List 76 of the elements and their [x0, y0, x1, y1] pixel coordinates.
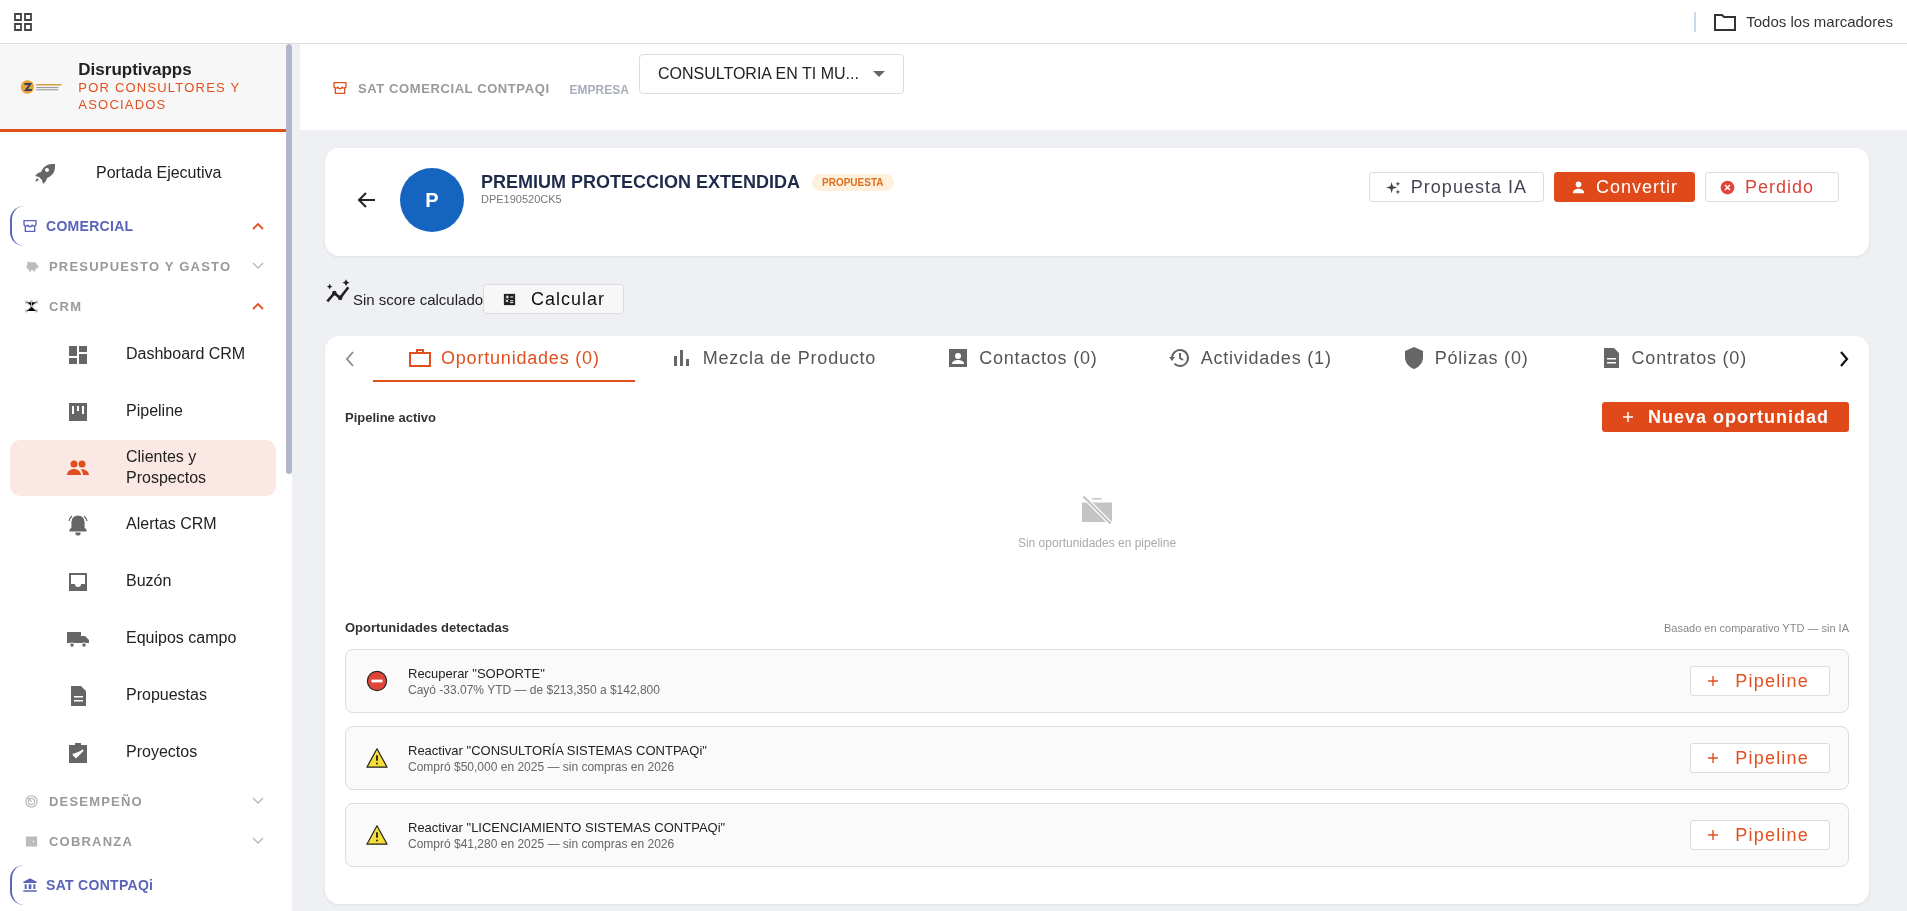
apps-grid-icon[interactable]: [14, 12, 32, 31]
convert-button[interactable]: Convertir: [1553, 172, 1695, 202]
sidebar-item[interactable]: Alertas CRM: [10, 496, 276, 553]
new-opportunity-button[interactable]: Nueva oportunidad: [1602, 402, 1849, 432]
sidebar-item[interactable]: Portada Ejecutiva: [10, 144, 276, 202]
add-to-pipeline-button[interactable]: Pipeline: [1690, 666, 1830, 696]
clipboard-check-icon: [66, 740, 90, 765]
sidebar-section[interactable]: SAT CONTPAQi: [10, 865, 276, 905]
chevron-down-icon: [252, 797, 264, 805]
add-to-pipeline-button[interactable]: Pipeline: [1690, 743, 1830, 773]
close-circle-icon: [1719, 179, 1735, 195]
company-dropdown[interactable]: CONSULTORIA EN TI MU...: [638, 54, 904, 94]
brand-tagline: POR CONSULTORES Y ASOCIADOS: [78, 80, 242, 113]
status-badge: PROPUESTA: [812, 174, 894, 191]
dropdown-caret-icon: [872, 71, 885, 77]
folder-icon: [1714, 12, 1737, 31]
tab[interactable]: Actividades (1): [1132, 336, 1367, 382]
sidebar-item[interactable]: Equipos campo: [10, 610, 276, 667]
calculate-button[interactable]: Calcular: [483, 284, 625, 314]
sparkle-icon: [1385, 179, 1401, 195]
tab[interactable]: Oportunidades (0): [373, 336, 635, 382]
sidebar-item[interactable]: Dashboard CRM: [10, 326, 276, 383]
module-label: SAT COMERCIAL CONTPAQI: [358, 81, 550, 96]
ai-proposal-button[interactable]: Propuesta IA: [1368, 172, 1544, 202]
bookmarks-label[interactable]: Todos los marcadores: [1746, 13, 1893, 30]
tab[interactable]: Mezcla de Producto: [634, 336, 912, 382]
score-status-text: Sin score calculado: [353, 291, 484, 308]
chevron-up-icon: [252, 302, 264, 310]
bank-icon: [22, 877, 38, 893]
section-note: Basado en comparativo YTD — sin IA: [1663, 621, 1849, 634]
store-icon: [22, 218, 38, 234]
lost-button[interactable]: Perdido: [1704, 172, 1839, 202]
record-code: DPE190520CK5: [481, 193, 563, 205]
tab[interactable]: Contratos (0): [1563, 336, 1782, 382]
add-to-pipeline-button[interactable]: Pipeline: [1690, 820, 1830, 850]
brand-name: Disruptivapps: [78, 60, 193, 81]
opportunity-detail: Cayó -33.07% YTD — de $213,350 a $142,800: [408, 682, 661, 697]
opportunity-title: Reactivar "LICENCIAMIENTO SISTEMAS CONTPAQi": [408, 819, 727, 835]
sidebar-item[interactable]: Clientes y Prospectos: [10, 440, 276, 496]
section-title: Oportunidades detectadas: [345, 620, 509, 635]
plus-icon: [1707, 829, 1720, 841]
plus-icon: [1622, 411, 1634, 423]
back-arrow-icon[interactable]: [357, 190, 377, 210]
sidebar-item[interactable]: Buzón: [10, 553, 276, 610]
calculator-icon: [502, 291, 518, 307]
chevron-right-icon[interactable]: [1839, 351, 1849, 367]
avatar: P: [400, 168, 464, 232]
person-icon: [1570, 179, 1586, 195]
sidebar-section[interactable]: COMERCIAL: [10, 206, 276, 246]
record-name: PREMIUM PROTECCION EXTENDIDA: [481, 172, 801, 193]
opportunity-detail: Compró $50,000 en 2025 — sin compras en 2026: [408, 759, 676, 774]
tab[interactable]: Pólizas (0): [1366, 336, 1564, 382]
chevron-down-icon: [252, 837, 264, 845]
plus-icon: [1707, 752, 1720, 764]
briefcase-icon: [408, 346, 432, 370]
history-icon: [1167, 346, 1192, 370]
sidebar-item[interactable]: Pipeline: [10, 383, 276, 440]
opportunity-detail: Compró $41,280 en 2025 — sin compras en 2026: [408, 836, 676, 851]
opportunity-title: Recuperar "SOPORTE": [408, 665, 546, 681]
company-label: EMPRESA: [569, 83, 629, 97]
rocket-icon: [32, 161, 56, 185]
section-title: Pipeline activo: [345, 409, 437, 425]
plus-icon: [1707, 675, 1720, 687]
chevron-up-icon: [252, 222, 264, 230]
warning-icon: [366, 747, 388, 769]
empty-state-text: Sin oportunidades en pipeline: [1017, 536, 1177, 550]
store-icon: [332, 80, 348, 96]
chevron-left-icon[interactable]: [345, 351, 355, 367]
tab[interactable]: Contactos (0): [911, 336, 1133, 382]
chevron-down-icon: [252, 262, 264, 270]
opportunity-title: Reactivar "CONSULTORÍA SISTEMAS CONTPAQi": [408, 742, 708, 758]
warning-icon: [366, 824, 388, 846]
bell-icon: [66, 512, 90, 537]
sidebar-item[interactable]: Proyectos: [10, 724, 276, 781]
sidebar-item[interactable]: Propuestas: [10, 667, 276, 724]
no-entry-icon: [366, 670, 388, 692]
